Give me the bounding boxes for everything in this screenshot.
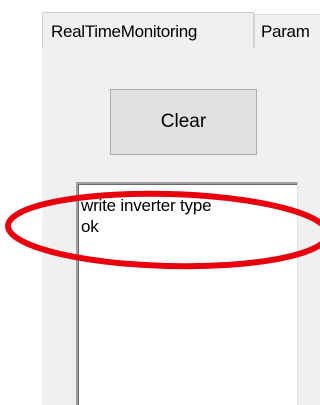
tab-strip: RealTimeMonitoring Param (42, 0, 320, 49)
log-line: ok (81, 217, 99, 236)
log-textbox-inner: write inverter type ok (78, 184, 297, 405)
tab-realtime-monitoring[interactable]: RealTimeMonitoring (42, 12, 254, 49)
screenshot-page: RealTimeMonitoring Param Clear write inv… (0, 0, 320, 405)
clear-button[interactable]: Clear (110, 89, 257, 155)
log-lines: write inverter type ok (80, 195, 212, 237)
log-textbox[interactable]: write inverter type ok (76, 182, 298, 405)
tab-parameters[interactable]: Param (254, 14, 320, 48)
log-line: write inverter type (81, 196, 212, 215)
